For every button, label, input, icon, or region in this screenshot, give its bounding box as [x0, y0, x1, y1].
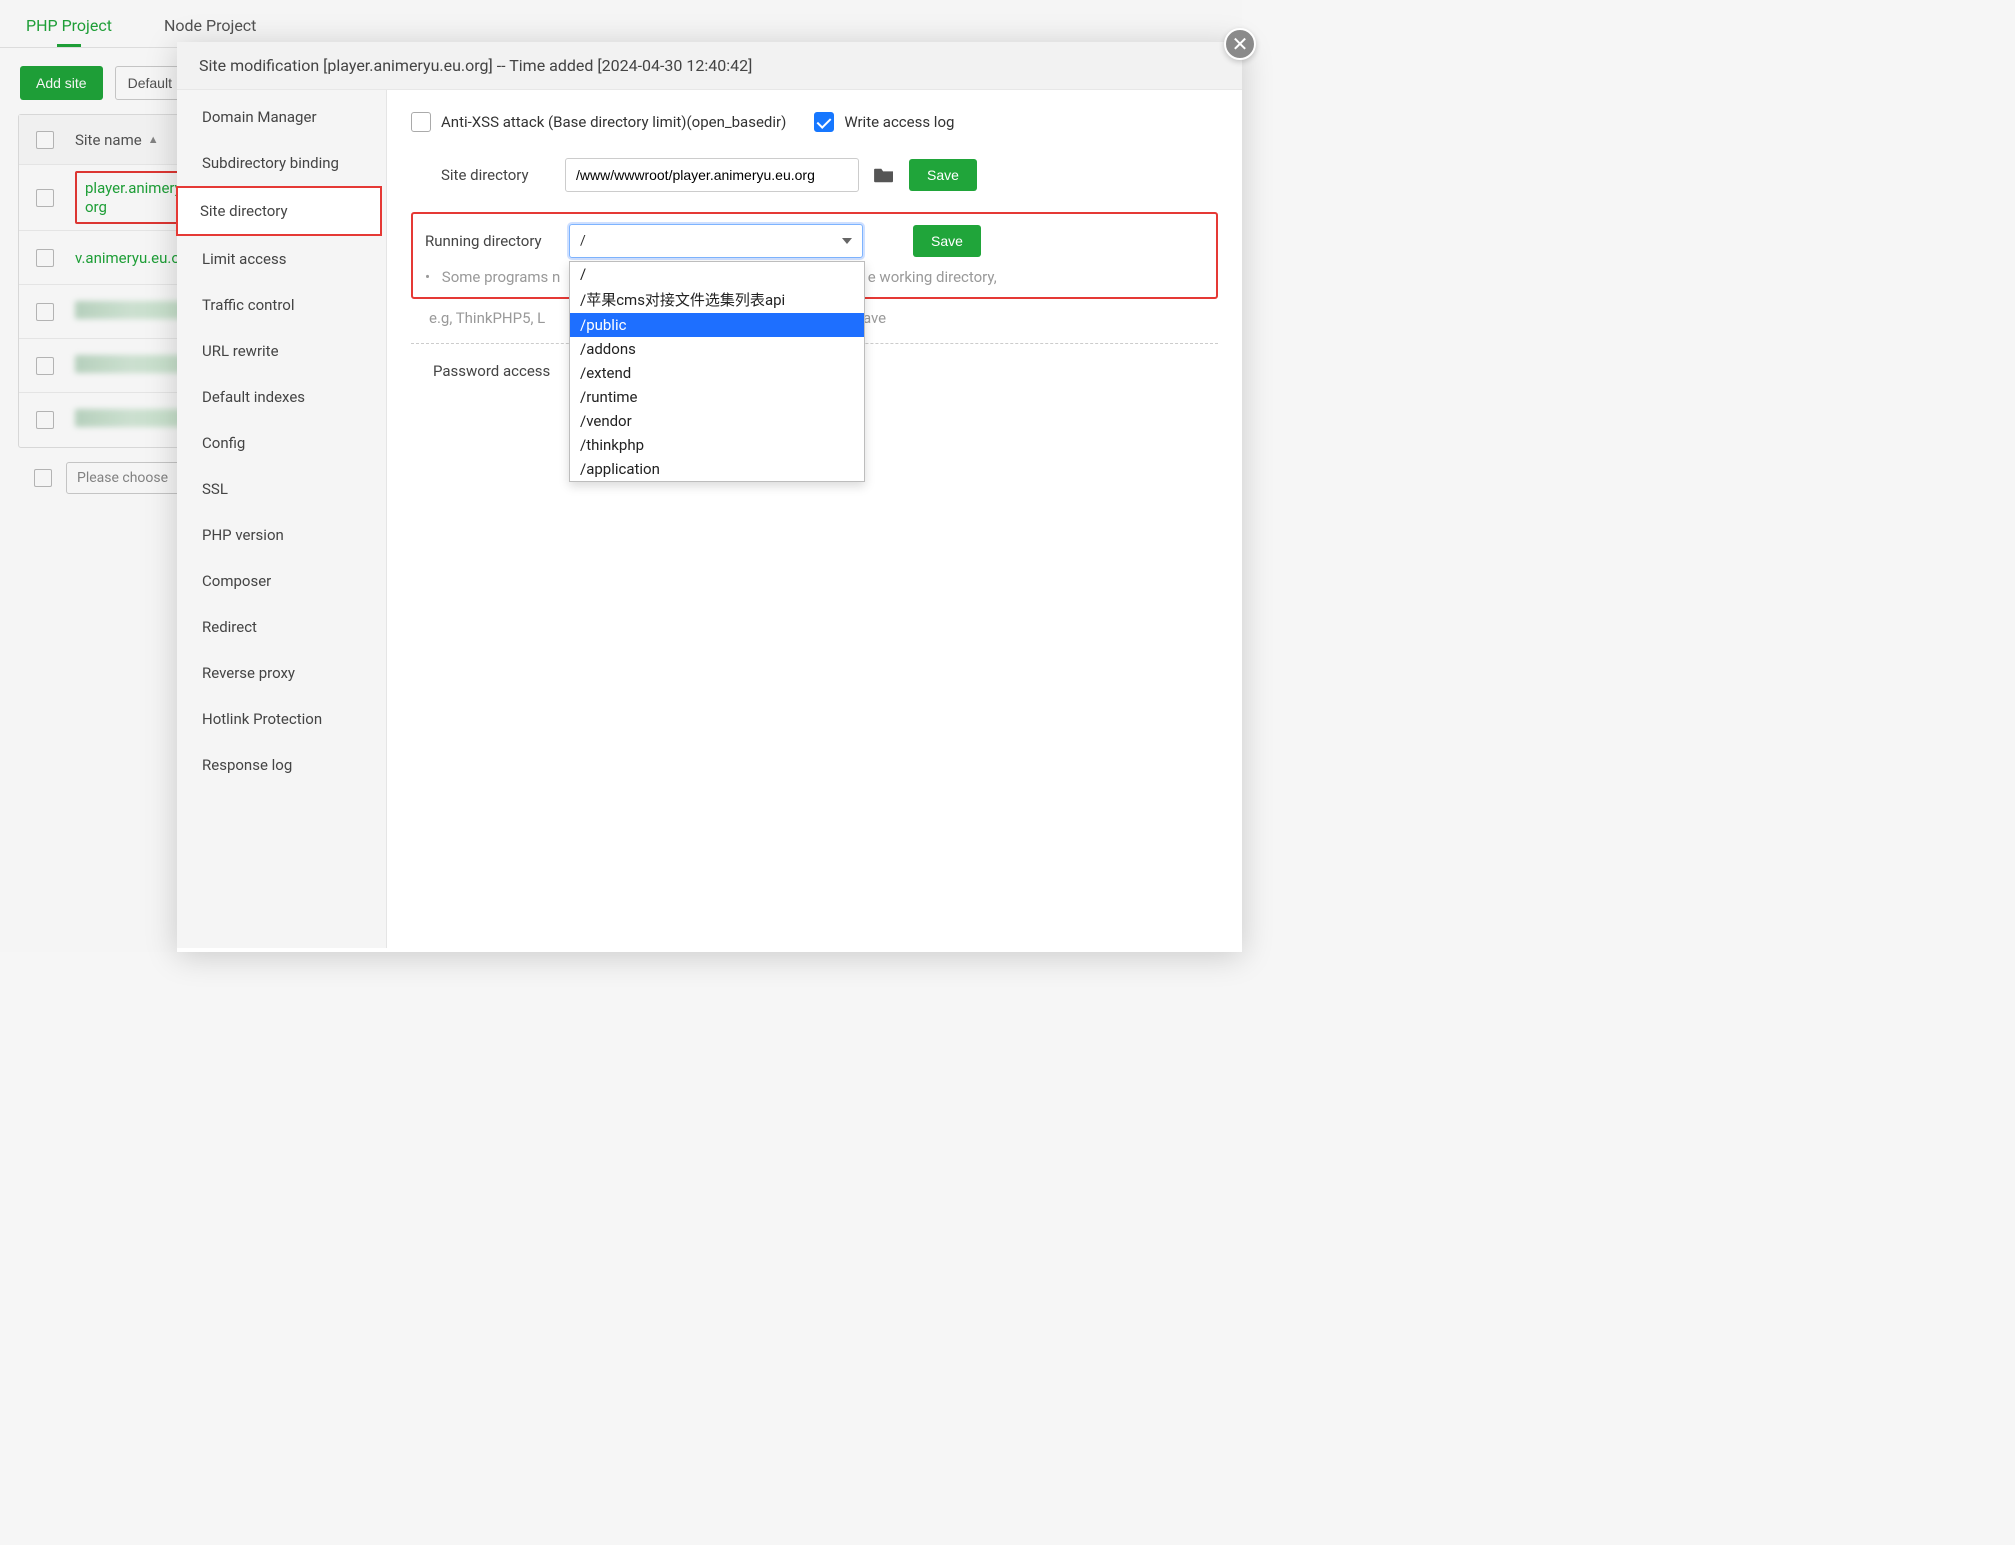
- sidebar-item-limit-access[interactable]: Limit access: [177, 236, 386, 282]
- project-tabs: PHP Project Node Project: [0, 0, 1242, 48]
- col-sitename[interactable]: Site name: [75, 131, 142, 149]
- write-log-label: Write access log: [844, 113, 954, 131]
- dropdown-option-selected[interactable]: /public: [570, 313, 864, 337]
- sidebar-item-ssl[interactable]: SSL: [177, 466, 386, 512]
- save-running-directory-button[interactable]: Save: [913, 225, 981, 257]
- note-bullet-icon: [425, 268, 438, 286]
- tab-node-project[interactable]: Node Project: [138, 0, 282, 47]
- footer-checkbox[interactable]: [34, 469, 52, 487]
- dropdown-option[interactable]: /application: [570, 457, 864, 481]
- running-directory-value: /: [580, 233, 586, 249]
- site-directory-row: Site directory Save: [411, 158, 1218, 192]
- sidebar-item-hotlink-protection[interactable]: Hotlink Protection: [177, 696, 386, 742]
- anti-xss-checkbox[interactable]: Anti-XSS attack (Base directory limit)(o…: [411, 112, 786, 132]
- dropdown-option[interactable]: /addons: [570, 337, 864, 361]
- checkbox-checked-icon: [814, 112, 834, 132]
- row-checkbox[interactable]: [36, 189, 54, 207]
- dropdown-option[interactable]: /: [570, 262, 864, 286]
- sidebar-item-composer[interactable]: Composer: [177, 558, 386, 604]
- site-directory-input[interactable]: [565, 158, 859, 192]
- sidebar-item-traffic-control[interactable]: Traffic control: [177, 282, 386, 328]
- password-access-label: Password access: [411, 362, 561, 380]
- sidebar-item-response-log[interactable]: Response log: [177, 742, 386, 788]
- anti-xss-label: Anti-XSS attack (Base directory limit)(o…: [441, 113, 786, 131]
- batch-action-placeholder: Please choose: [77, 470, 168, 486]
- dropdown-option[interactable]: /runtime: [570, 385, 864, 409]
- write-access-log-checkbox[interactable]: Write access log: [814, 112, 954, 132]
- modal-sidebar: Domain Manager Subdirectory binding Site…: [177, 90, 387, 948]
- running-directory-highlight-box: Running directory / / /苹果cms对接文件选集列表api …: [411, 212, 1218, 299]
- sidebar-item-config[interactable]: Config: [177, 420, 386, 466]
- blurred-sitename: [75, 301, 185, 319]
- running-directory-label: Running directory: [425, 232, 555, 250]
- note-text-1b: e working directory,: [868, 268, 997, 286]
- sidebar-item-default-indexes[interactable]: Default indexes: [177, 374, 386, 420]
- options-row: Anti-XSS attack (Base directory limit)(o…: [411, 112, 1218, 132]
- blurred-sitename: [75, 409, 185, 427]
- select-all-checkbox[interactable]: [36, 131, 54, 149]
- dropdown-option[interactable]: /thinkphp: [570, 433, 864, 457]
- sidebar-item-reverse-proxy[interactable]: Reverse proxy: [177, 650, 386, 696]
- batch-action-select[interactable]: Please choose: [66, 462, 195, 494]
- dropdown-option[interactable]: /extend: [570, 361, 864, 385]
- site-link[interactable]: v.animeryu.eu.org: [75, 249, 193, 267]
- sidebar-item-site-directory[interactable]: Site directory: [176, 186, 382, 236]
- dropdown-option[interactable]: /vendor: [570, 409, 864, 433]
- sidebar-item-redirect[interactable]: Redirect: [177, 604, 386, 650]
- running-directory-select[interactable]: / / /苹果cms对接文件选集列表api /public /addons /e…: [569, 224, 863, 258]
- modal-title: Site modification [player.animeryu.eu.or…: [177, 42, 1242, 90]
- sidebar-item-php-version[interactable]: PHP version: [177, 512, 386, 558]
- site-directory-label: Site directory: [411, 166, 551, 184]
- sidebar-item-subdirectory-binding[interactable]: Subdirectory binding: [177, 140, 386, 186]
- folder-icon[interactable]: [873, 166, 895, 184]
- running-directory-row: Running directory / / /苹果cms对接文件选集列表api …: [425, 224, 1204, 258]
- row-checkbox[interactable]: [36, 303, 54, 321]
- tab-php-project[interactable]: PHP Project: [0, 0, 138, 47]
- running-directory-dropdown: / /苹果cms对接文件选集列表api /public /addons /ext…: [569, 261, 865, 482]
- blurred-sitename: [75, 355, 185, 373]
- checkbox-unchecked-icon: [411, 112, 431, 132]
- close-icon[interactable]: ✕: [1224, 28, 1256, 60]
- sort-caret-icon: ▲: [148, 133, 159, 146]
- save-site-directory-button[interactable]: Save: [909, 159, 977, 191]
- dropdown-option[interactable]: /苹果cms对接文件选集列表api: [570, 286, 864, 313]
- sidebar-item-domain-manager[interactable]: Domain Manager: [177, 94, 386, 140]
- row-checkbox[interactable]: [36, 357, 54, 375]
- row-checkbox[interactable]: [36, 249, 54, 267]
- sidebar-item-url-rewrite[interactable]: URL rewrite: [177, 328, 386, 374]
- note-text-1a: Some programs n: [442, 268, 560, 286]
- row-checkbox[interactable]: [36, 411, 54, 429]
- note-text-2a: e.g, ThinkPHP5, L: [429, 309, 545, 327]
- default-button[interactable]: Default: [115, 66, 185, 100]
- site-modification-modal: ✕ Site modification [player.animeryu.eu.…: [177, 42, 1242, 952]
- add-site-button[interactable]: Add site: [20, 66, 103, 100]
- panel-site-directory: Anti-XSS attack (Base directory limit)(o…: [387, 90, 1242, 948]
